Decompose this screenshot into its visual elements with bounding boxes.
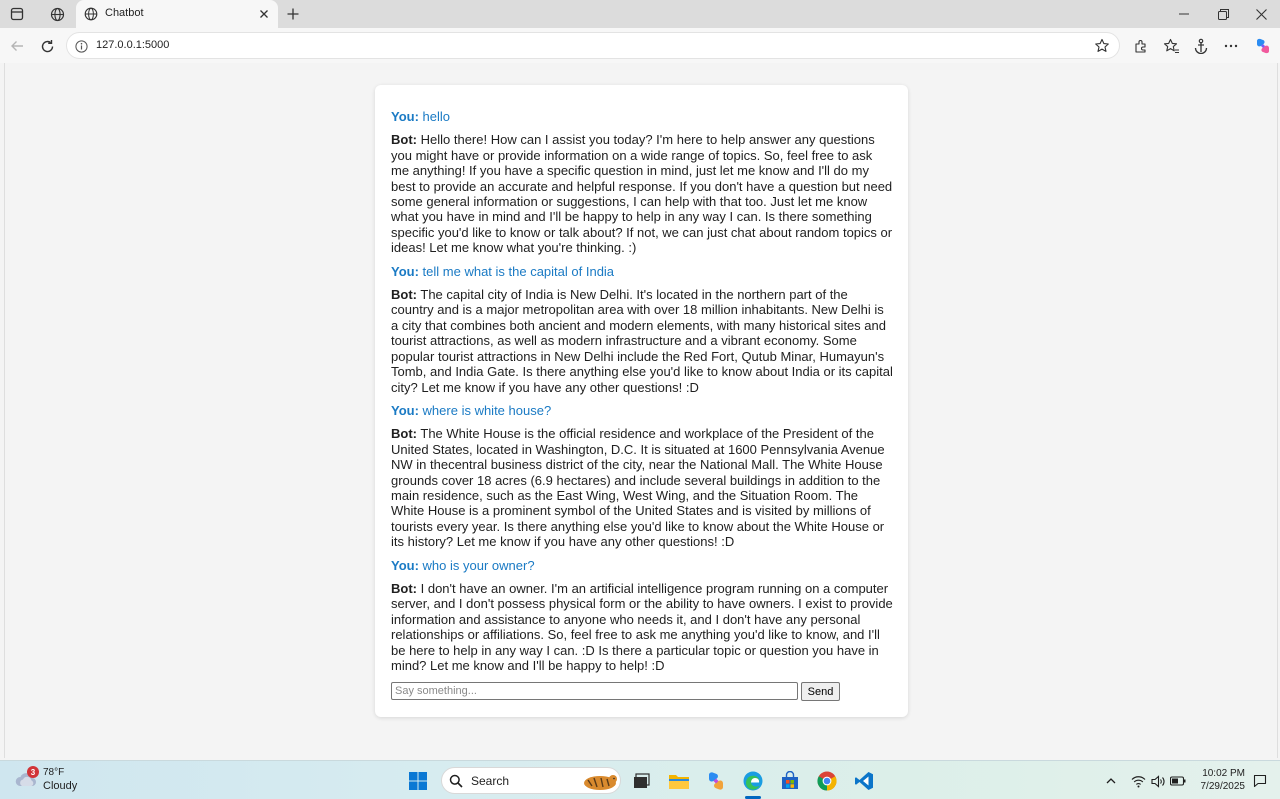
search-icon [449,774,463,788]
close-icon[interactable] [254,4,274,24]
more-icon[interactable] [1220,35,1242,57]
message-text: Hello there! How can I assist you today?… [391,132,893,256]
taskbar: 3 78°F Cloudy Search 10:02 PM 7/29/2025 [0,760,1280,799]
message-text: The capital city of India is New Delhi. … [391,287,893,395]
message-text: who is your owner? [422,557,535,573]
anchor-icon[interactable] [1190,35,1212,57]
vscode-icon[interactable] [850,767,878,795]
start-icon[interactable] [404,767,432,795]
notification-badge: 3 [27,766,39,778]
notification-icon[interactable] [1252,773,1268,789]
user-message: You: where is white house? [391,403,893,418]
speaker-label: You: [391,557,419,573]
bot-message: Bot: The capital city of India is New De… [391,287,893,395]
bot-message: Bot: I don't have an owner. I'm an artif… [391,581,893,673]
extensions-icon[interactable] [1130,35,1152,57]
sidebar-toggle-icon[interactable] [5,4,29,24]
clock-date: 7/29/2025 [1200,781,1246,792]
tab-title: Chatbot [105,7,144,19]
speaker-label: Bot: [391,287,417,303]
address-bar[interactable]: 127.0.0.1:5000 [66,32,1120,59]
message-text: where is white house? [422,402,552,418]
clock-time: 10:02 PM [1202,768,1245,779]
edge-icon[interactable] [739,767,767,795]
volume-icon[interactable] [1150,773,1166,789]
restore-icon[interactable] [1204,0,1242,28]
speaker-label: Bot: [391,580,417,596]
info-icon[interactable] [73,38,89,54]
reload-icon[interactable] [34,33,60,59]
search-label: Search [471,774,510,788]
file-explorer-icon[interactable] [665,767,693,795]
weather-widget[interactable]: 3 78°F Cloudy [14,766,134,796]
user-message: You: hello [391,109,893,124]
plus-icon[interactable] [281,3,305,25]
system-clock[interactable]: 10:02 PM 7/29/2025 [1185,767,1246,793]
copilot-icon[interactable] [1252,35,1274,57]
browser-titlebar: Chatbot [0,0,1280,28]
user-message: You: tell me what is the capital of Indi… [391,264,893,279]
battery-icon[interactable] [1170,773,1186,789]
copilot-icon[interactable] [702,767,730,795]
page-viewport: You: hello Bot: Hello there! How can I a… [4,63,1278,758]
weather-temperature: 78°F [43,767,65,778]
star-icon[interactable] [1093,37,1111,55]
globe-icon [84,7,98,21]
message-text: hello [422,109,451,124]
store-icon[interactable] [776,767,804,795]
close-window-icon[interactable] [1242,0,1280,28]
wifi-icon[interactable] [1130,773,1146,789]
chrome-icon[interactable] [813,767,841,795]
chat-container: You: hello Bot: Hello there! How can I a… [375,85,908,717]
search-highlight-image [580,770,620,792]
favorites-icon[interactable] [1160,35,1182,57]
speaker-label: You: [391,263,419,279]
message-text: I don't have an owner. I'm an artificial… [391,580,893,673]
taskbar-search[interactable]: Search [441,767,621,794]
bot-message: Bot: Hello there! How can I assist you t… [391,132,893,255]
tab-chatbot[interactable]: Chatbot [76,0,278,28]
chevron-up-icon[interactable] [1103,773,1119,789]
task-view-icon[interactable] [627,767,655,795]
weather-condition: Cloudy [43,780,78,792]
message-list: You: hello Bot: Hello there! How can I a… [391,109,893,681]
speaker-label: You: [391,402,419,418]
chat-input-row: Send [391,682,893,702]
speaker-label: Bot: [391,426,417,442]
chat-input[interactable] [391,682,798,700]
user-message: You: who is your owner? [391,558,893,573]
browser-toolbar: 127.0.0.1:5000 [0,28,1280,63]
message-text: The White House is the official residenc… [391,426,885,550]
workspaces-icon[interactable] [45,4,69,24]
minimize-icon[interactable] [1165,0,1203,28]
bot-message: Bot: The White House is the official res… [391,426,893,549]
speaker-label: Bot: [391,132,417,148]
send-button[interactable]: Send [801,682,840,701]
speaker-label: You: [391,109,419,124]
back-icon[interactable] [4,33,30,59]
message-text: tell me what is the capital of India [422,263,615,279]
url-text[interactable]: 127.0.0.1:5000 [96,39,169,51]
